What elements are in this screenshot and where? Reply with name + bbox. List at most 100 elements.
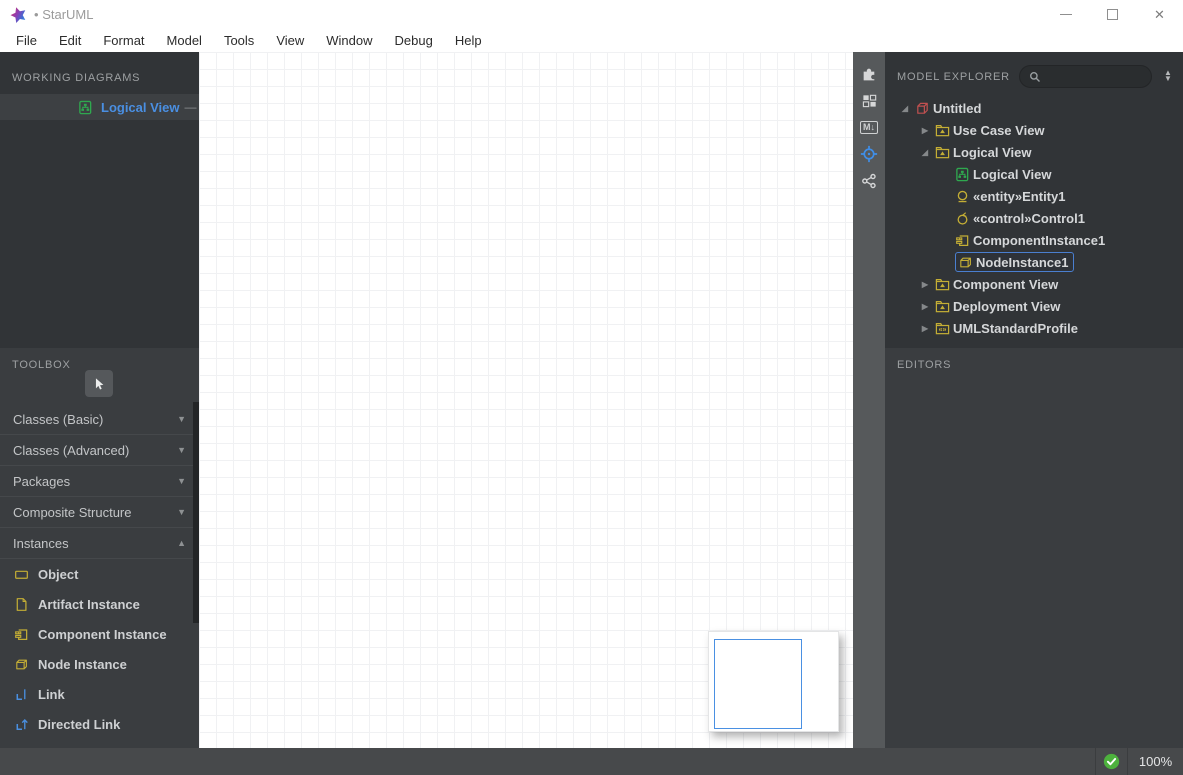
- tree-item-use-case-view[interactable]: ▶ Use Case View: [885, 119, 1183, 141]
- close-icon: ✕: [1154, 8, 1165, 21]
- minimize-button[interactable]: [1042, 0, 1089, 28]
- chevron-down-icon: ▼: [177, 507, 186, 517]
- tree-item-componentinstance1[interactable]: ComponentInstance1: [885, 229, 1183, 251]
- directed-link-icon: [14, 717, 29, 732]
- model-explorer-search[interactable]: [1019, 65, 1152, 88]
- tree-item-label: Use Case View: [953, 123, 1045, 138]
- node-instance-icon: [958, 255, 973, 270]
- menu-tools[interactable]: Tools: [213, 33, 265, 48]
- component-instance-icon: [14, 627, 29, 642]
- toolbox-section-classes-basic[interactable]: Classes (Basic)▼: [0, 404, 199, 435]
- expander-closed-icon[interactable]: ▶: [915, 126, 935, 135]
- tree-item-label: Component View: [953, 277, 1058, 292]
- minimize-icon: [1060, 14, 1072, 15]
- tree-item-entity-entity1[interactable]: «entity»Entity1: [885, 185, 1183, 207]
- tool-directed-link[interactable]: Directed Link: [0, 709, 199, 739]
- menu-window[interactable]: Window: [315, 33, 383, 48]
- component-instance-icon: [955, 233, 970, 248]
- staruml-window: • StarUML ✕ FileEditFormatModelToolsView…: [0, 0, 1183, 775]
- selection-rect[interactable]: [714, 639, 802, 729]
- sort-icon[interactable]: ▲▼: [1161, 71, 1175, 82]
- menubar: FileEditFormatModelToolsViewWindowDebugH…: [0, 28, 1183, 52]
- tree-item-logical-view[interactable]: Logical View: [885, 163, 1183, 185]
- extensions-button[interactable]: [857, 62, 881, 84]
- diagram-icon: [78, 100, 93, 115]
- select-tool-button[interactable]: [85, 370, 113, 397]
- tree-item-label: ComponentInstance1: [973, 233, 1105, 248]
- diagram-canvas[interactable]: [199, 52, 853, 748]
- package-icon: [935, 123, 950, 138]
- profile-icon: «»: [935, 321, 950, 336]
- diagram-icon: [955, 167, 970, 182]
- tool-component-instance[interactable]: Component Instance: [0, 619, 199, 649]
- titlebar[interactable]: • StarUML ✕: [0, 0, 1183, 28]
- tool-label: Link: [38, 687, 65, 702]
- menu-format[interactable]: Format: [92, 33, 155, 48]
- tool-label: Directed Link: [38, 717, 120, 732]
- tree-item-untitled[interactable]: ◢Untitled: [885, 97, 1183, 119]
- main-area: WORKING DIAGRAMS Logical View — Logical …: [0, 52, 1183, 748]
- tool-label: Object: [38, 567, 78, 582]
- chevron-down-icon: ▼: [177, 476, 186, 486]
- search-input[interactable]: [1046, 70, 1142, 84]
- close-button[interactable]: ✕: [1136, 0, 1183, 28]
- expander-open-icon[interactable]: ◢: [895, 104, 915, 113]
- panel-layout-button[interactable]: [857, 89, 881, 111]
- expander-closed-icon[interactable]: ▶: [915, 324, 935, 333]
- markdown-button[interactable]: M↓: [857, 116, 881, 138]
- menu-debug[interactable]: Debug: [384, 33, 444, 48]
- expander-open-icon[interactable]: ◢: [915, 148, 935, 157]
- tree-item-component-view[interactable]: ▶ Component View: [885, 273, 1183, 295]
- toolbox-section-instances[interactable]: Instances▲: [0, 528, 199, 559]
- working-diagram-item-logical-view[interactable]: Logical View — Logical View: [0, 94, 199, 120]
- validation-status[interactable]: [1095, 748, 1127, 775]
- expander-closed-icon[interactable]: ▶: [915, 302, 935, 311]
- toolbox-section-packages[interactable]: Packages▼: [0, 466, 199, 497]
- maximize-icon: [1107, 9, 1118, 20]
- cursor-icon: [92, 377, 106, 391]
- expander-closed-icon[interactable]: ▶: [915, 280, 935, 289]
- focus-mode-button[interactable]: [857, 143, 881, 165]
- tool-artifact-instance[interactable]: Artifact Instance: [0, 589, 199, 619]
- maximize-button[interactable]: [1089, 0, 1136, 28]
- tree-item-nodeinstance1[interactable]: NodeInstance1: [885, 251, 1183, 273]
- diagram-icon: [78, 100, 96, 115]
- tool-link[interactable]: Link: [0, 679, 199, 709]
- tool-label: Artifact Instance: [38, 597, 140, 612]
- tool-object[interactable]: Object: [0, 559, 199, 589]
- artifact-instance-icon: [14, 597, 29, 612]
- menu-view[interactable]: View: [265, 33, 315, 48]
- share-button[interactable]: [857, 170, 881, 192]
- node-instance-shape[interactable]: [708, 631, 839, 732]
- menu-help[interactable]: Help: [444, 33, 493, 48]
- svg-text:«»: «»: [939, 326, 947, 333]
- tree-item-label: Logical View: [953, 145, 1032, 160]
- toolbox-header: TOOLBOX: [0, 348, 199, 371]
- menu-edit[interactable]: Edit: [48, 33, 92, 48]
- menu-file[interactable]: File: [5, 33, 48, 48]
- tree-item-umlstandardprofile[interactable]: ▶«»UMLStandardProfile: [885, 317, 1183, 339]
- menu-model[interactable]: Model: [156, 33, 213, 48]
- toolbox-section-composite-structure[interactable]: Composite Structure▼: [0, 497, 199, 528]
- toolbox-section-label: Classes (Advanced): [13, 443, 129, 458]
- tree-item-deployment-view[interactable]: ▶Deployment View: [885, 295, 1183, 317]
- chevron-down-icon: ▼: [177, 445, 186, 455]
- tree-item-control-control1[interactable]: «control»Control1: [885, 207, 1183, 229]
- model-explorer-panel: MODEL EXPLORER ▲▼ ◢Untitled ▶ Use Case Vie…: [885, 52, 1183, 348]
- zoom-level[interactable]: 100%: [1127, 748, 1183, 775]
- check-circle-icon: [1103, 753, 1120, 770]
- toolbox-section-classes-advanced[interactable]: Classes (Advanced) ▼: [0, 435, 199, 466]
- extensions-icon: [861, 65, 878, 82]
- toolbox-sections: Classes (Basic)▼Classes (Advanced)▼Packa…: [0, 404, 199, 739]
- tree-item-label: «control»Control1: [973, 211, 1085, 226]
- tree-item-selected-box[interactable]: NodeInstance1: [955, 252, 1074, 272]
- model-explorer-title: MODEL EXPLORER: [897, 71, 1010, 83]
- search-icon: [1029, 71, 1041, 83]
- tree-item-logical-view[interactable]: ◢ Logical View: [885, 141, 1183, 163]
- chevron-down-icon: ▼: [177, 414, 186, 424]
- tool-node-instance[interactable]: Node Instance: [0, 649, 199, 679]
- side-toolbar: M↓: [853, 52, 885, 748]
- control-icon: [955, 211, 970, 226]
- working-diagram-name: Logical View: [101, 100, 180, 115]
- toolbox-panel: TOOLBOX Classes (Basic)▼Classes (Advance…: [0, 348, 199, 748]
